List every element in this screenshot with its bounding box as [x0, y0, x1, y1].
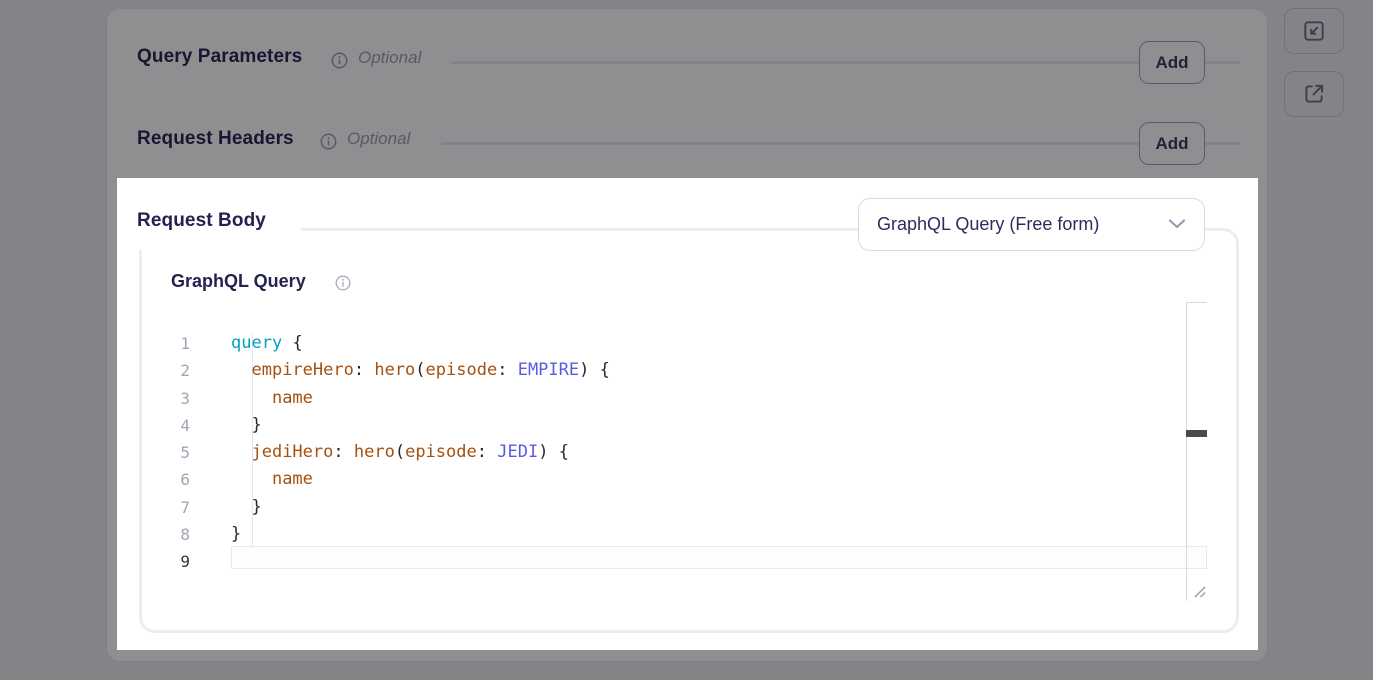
code-line: query {: [231, 330, 1186, 357]
code-line: empireHero: hero(episode: EMPIRE) {: [231, 357, 1186, 384]
line-number: 1: [152, 330, 190, 357]
line-number: 5: [152, 439, 190, 466]
chevron-down-icon: [1168, 216, 1186, 234]
body-type-dropdown-value: GraphQL Query (Free form): [877, 214, 1168, 235]
query-parameters-title: Query Parameters: [137, 46, 302, 68]
collapse-panel-button[interactable]: [1284, 8, 1344, 54]
body-type-dropdown[interactable]: GraphQL Query (Free form): [858, 198, 1205, 251]
code-line: name: [231, 466, 1186, 493]
editor-scrollbar-tick: [1186, 302, 1207, 303]
resize-grip-icon[interactable]: [1192, 584, 1207, 604]
arrow-into-box-icon: [1301, 18, 1327, 44]
line-number: 6: [152, 466, 190, 493]
graphql-query-editor[interactable]: 123456789 query { empireHero: hero(episo…: [152, 296, 1208, 601]
open-external-button[interactable]: [1284, 71, 1344, 117]
code-line: }: [231, 494, 1186, 521]
graphql-query-info-icon[interactable]: [335, 275, 351, 291]
editor-gutter: 123456789: [152, 330, 190, 576]
editor-code: query { empireHero: hero(episode: EMPIRE…: [231, 330, 1186, 576]
line-number: 7: [152, 494, 190, 521]
add-query-parameter-button[interactable]: Add: [1139, 41, 1205, 84]
line-number: 3: [152, 385, 190, 412]
editor-scrollbar-track: [1186, 302, 1187, 601]
request-body-title: Request Body: [137, 210, 266, 232]
request-headers-info-icon[interactable]: [320, 133, 337, 150]
editor-scrollbar-thumb[interactable]: [1186, 430, 1207, 437]
code-line: }: [231, 521, 1186, 548]
line-number: 4: [152, 412, 190, 439]
line-number: 9: [152, 548, 190, 575]
line-number: 2: [152, 357, 190, 384]
query-parameters-optional-label: Optional: [358, 48, 421, 68]
request-headers-divider: [441, 142, 1240, 145]
external-link-icon: [1301, 81, 1327, 107]
code-line: name: [231, 385, 1186, 412]
graphql-query-label: GraphQL Query: [171, 271, 306, 292]
query-parameters-divider: [452, 61, 1240, 64]
line-number: 8: [152, 521, 190, 548]
query-parameters-info-icon[interactable]: [331, 52, 348, 69]
add-request-header-button[interactable]: Add: [1139, 122, 1205, 165]
request-headers-optional-label: Optional: [347, 129, 410, 149]
request-headers-title: Request Headers: [137, 128, 294, 150]
code-line: [231, 548, 1186, 575]
code-line: jediHero: hero(episode: JEDI) {: [231, 439, 1186, 466]
code-line: }: [231, 412, 1186, 439]
